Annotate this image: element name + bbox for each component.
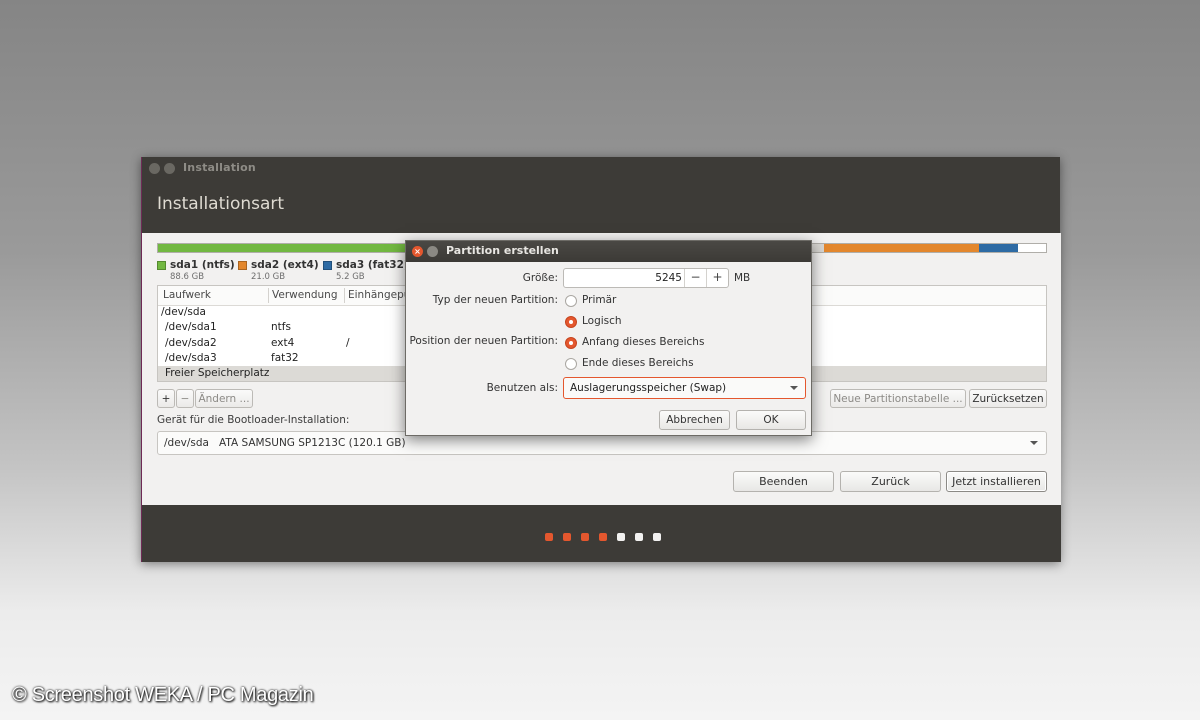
radio-primary-label[interactable]: Primär <box>582 294 616 306</box>
cell-use: ntfs <box>271 321 291 333</box>
cell-device: /dev/sda <box>161 306 206 318</box>
use-as-value: Auslagerungsspeicher (Swap) <box>570 382 727 394</box>
copyright-watermark: © Screenshot WEKA / PC Magazin <box>12 684 314 706</box>
progress-dot-done <box>581 533 589 541</box>
progress-dot-done <box>599 533 607 541</box>
legend-swatch <box>238 261 247 270</box>
cell-use: ext4 <box>271 337 295 349</box>
decrement-button[interactable]: − <box>684 269 706 287</box>
legend-swatch <box>323 261 332 270</box>
cell-device: /dev/sda3 <box>165 352 217 364</box>
back-button[interactable]: Zurück <box>840 471 941 492</box>
cell-device: /dev/sda2 <box>165 337 217 349</box>
cell-device: /dev/sda1 <box>165 321 217 333</box>
legend-swatch <box>157 261 166 270</box>
legend-sda3: sda3 (fat32) 5.2 GB <box>323 259 409 282</box>
radio-end-label[interactable]: Ende dieses Bereichs <box>582 357 694 369</box>
bootloader-label: Gerät für die Bootloader-Installation: <box>157 414 350 426</box>
legend-name: sda2 (ext4) <box>251 259 319 271</box>
use-as-select[interactable]: Auslagerungsspeicher (Swap) <box>563 377 806 399</box>
legend-name: sda3 (fat32) <box>336 259 409 271</box>
radio-begin[interactable] <box>565 337 577 349</box>
install-now-button[interactable]: Jetzt installieren <box>946 471 1047 492</box>
radio-begin-label[interactable]: Anfang dieses Bereichs <box>582 336 704 348</box>
cell-use: fat32 <box>271 352 299 364</box>
column-header-use[interactable]: Verwendung <box>272 289 338 301</box>
create-partition-dialog: × Partition erstellen Größe: 5245 − + MB… <box>405 240 812 436</box>
reset-button[interactable]: Zurücksetzen <box>969 389 1047 408</box>
partition-position-label: Position der neuen Partition: <box>409 335 558 347</box>
use-as-label: Benutzen als: <box>486 382 558 394</box>
new-partition-table-button[interactable]: Neue Partitionstabelle ... <box>830 389 966 408</box>
partition-segment-sda3 <box>979 244 1018 252</box>
chevron-down-icon <box>1030 441 1038 445</box>
column-header-device[interactable]: Laufwerk <box>163 289 211 301</box>
size-input[interactable]: 5245 <box>655 272 682 284</box>
page-title: Installationsart <box>157 194 285 214</box>
legend-size: 88.6 GB <box>170 272 205 282</box>
column-divider <box>344 288 345 303</box>
change-partition-button[interactable]: Ändern ... <box>195 389 253 408</box>
cell-mount: / <box>346 337 350 349</box>
progress-footer <box>142 505 1061 562</box>
progress-dot-pending <box>635 533 643 541</box>
column-header-mount[interactable]: Einhängepu <box>348 289 410 301</box>
cancel-button[interactable]: Abbrechen <box>659 410 730 430</box>
radio-logical[interactable] <box>565 316 577 328</box>
progress-dot-done <box>563 533 571 541</box>
window-title: Installation <box>183 161 256 174</box>
add-partition-button[interactable]: + <box>157 389 175 408</box>
bootloader-model: ATA SAMSUNG SP1213C (120.1 GB) <box>219 437 406 449</box>
progress-dot-done <box>545 533 553 541</box>
bootloader-device: /dev/sda <box>164 437 209 449</box>
radio-end[interactable] <box>565 358 577 370</box>
size-unit: MB <box>734 272 751 284</box>
size-label: Größe: <box>522 272 558 284</box>
partition-segment-sda2 <box>823 244 980 252</box>
legend-size: 21.0 GB <box>251 272 286 282</box>
quit-button[interactable]: Beenden <box>733 471 834 492</box>
close-icon[interactable]: × <box>412 246 423 257</box>
dialog-title: Partition erstellen <box>446 244 559 257</box>
legend-sda1: sda1 (ntfs) 88.6 GB <box>157 259 235 282</box>
dialog-titlebar[interactable]: × Partition erstellen <box>406 241 811 262</box>
chevron-down-icon <box>790 386 798 390</box>
remove-partition-button[interactable]: − <box>176 389 194 408</box>
legend-name: sda1 (ntfs) <box>170 259 235 271</box>
progress-dot-pending <box>617 533 625 541</box>
partition-segment-sda1 <box>158 244 416 252</box>
progress-dot-pending <box>653 533 661 541</box>
window-titlebar[interactable]: Installation <box>142 157 1061 179</box>
partition-type-label: Typ der neuen Partition: <box>432 294 558 306</box>
size-stepper[interactable]: 5245 − + <box>563 268 729 288</box>
legend-size: 5.2 GB <box>336 272 365 282</box>
increment-button[interactable]: + <box>706 269 728 287</box>
close-icon[interactable] <box>149 163 160 174</box>
legend-sda2: sda2 (ext4) 21.0 GB <box>238 259 319 282</box>
cell-device: Freier Speicherplatz <box>165 367 270 379</box>
minimize-icon[interactable] <box>164 163 175 174</box>
partition-segment-free <box>1017 244 1046 252</box>
minimize-icon[interactable] <box>427 246 438 257</box>
column-divider <box>268 288 269 303</box>
ok-button[interactable]: OK <box>736 410 806 430</box>
radio-primary[interactable] <box>565 295 577 307</box>
radio-logical-label[interactable]: Logisch <box>582 315 622 327</box>
